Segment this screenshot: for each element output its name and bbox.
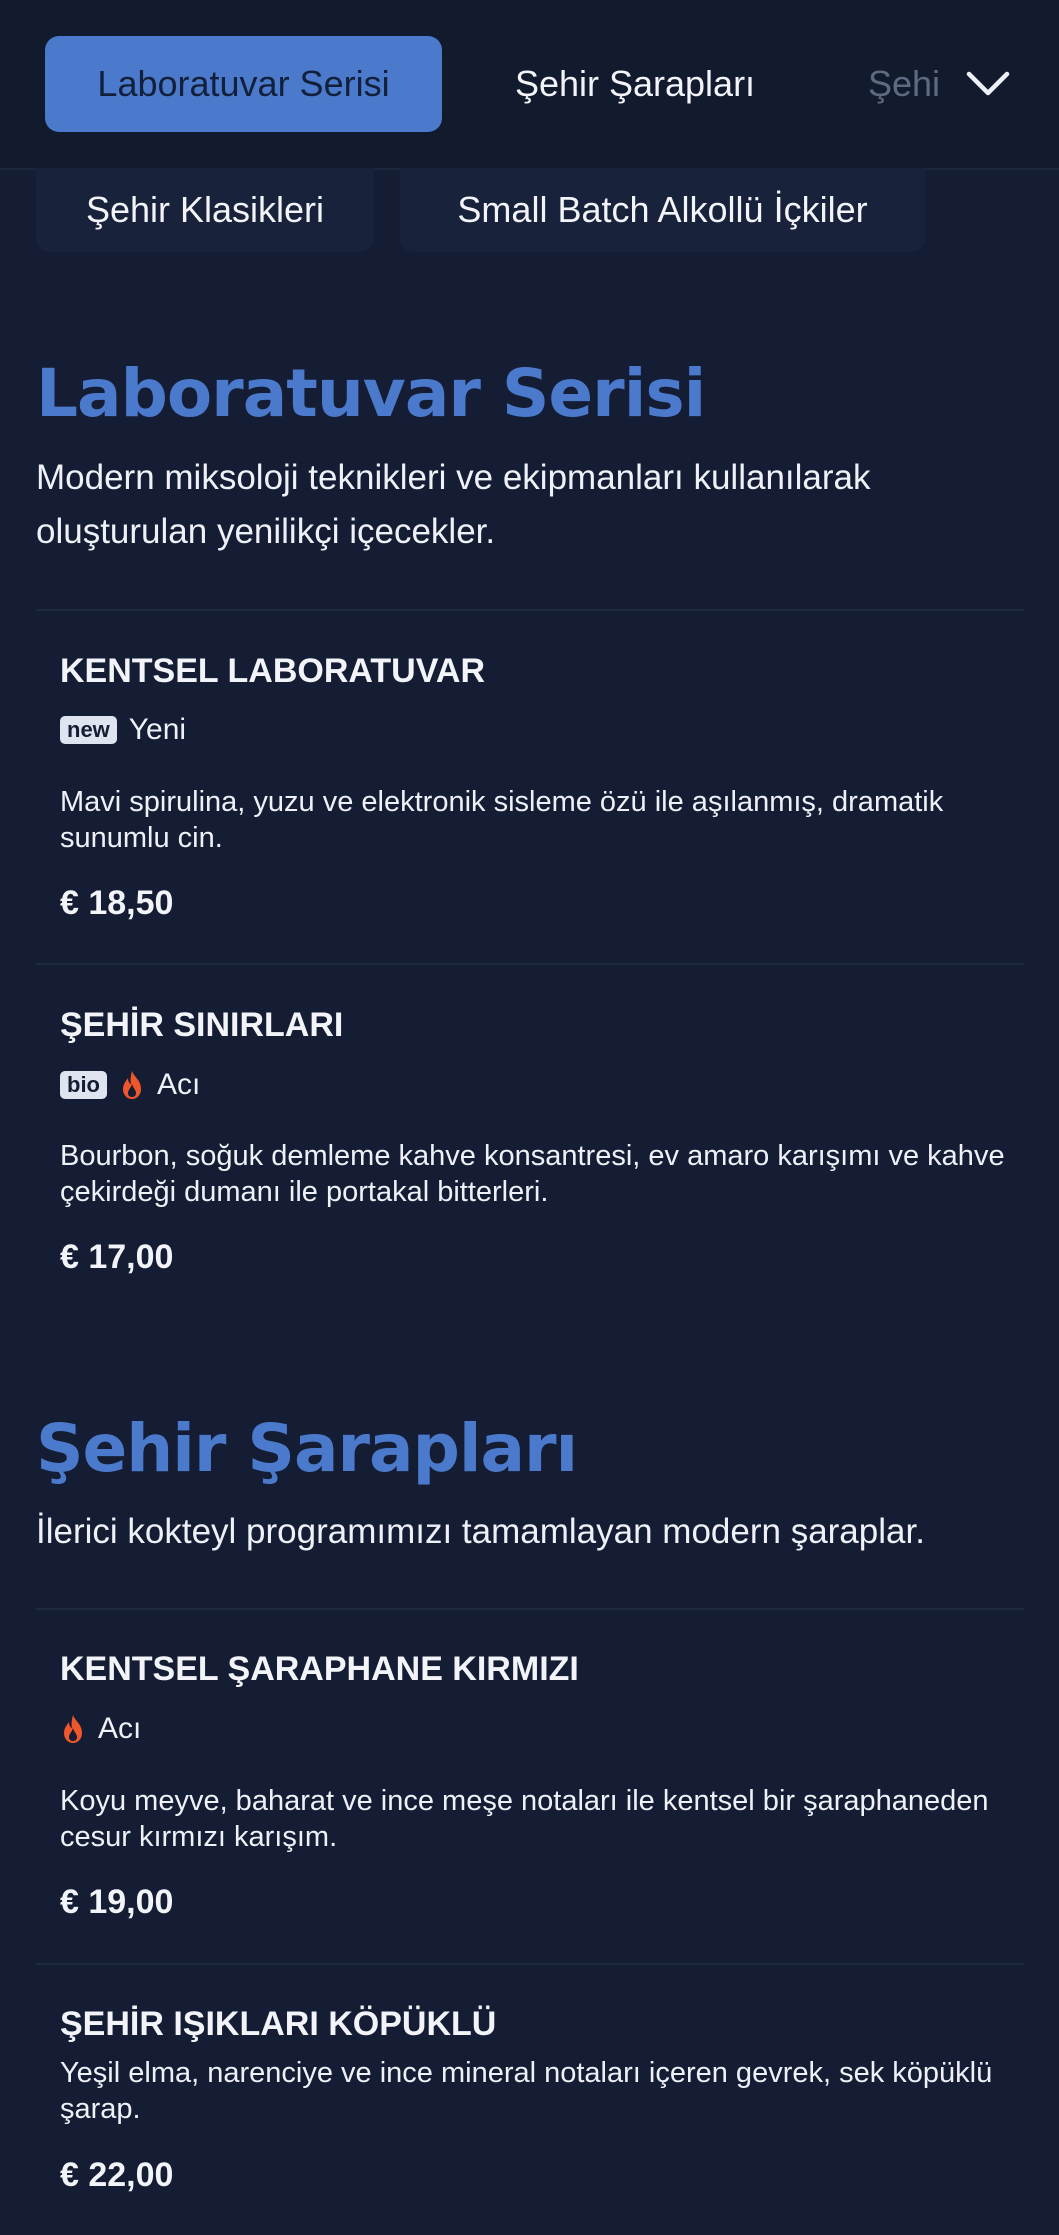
menu-item-tags: Acı (60, 1711, 141, 1747)
tab-sehir-saraplari[interactable]: Şehir Şarapları (500, 36, 770, 132)
tab-sehir-partial[interactable]: Şehir (868, 36, 938, 132)
new-badge: new (60, 716, 117, 744)
tab-laboratuvar-serisi[interactable]: Laboratuvar Serisi (45, 36, 442, 132)
menu-item-tags: new Yeni (60, 712, 186, 748)
menu-item-description: Mavi spirulina, yuzu ve elektronik sisle… (60, 786, 944, 854)
menu-item-price: € 22,00 (60, 2156, 174, 2194)
menu-item-name: KENTSEL LABORATUVAR (60, 652, 485, 690)
menu-item-name: ŞEHİR IŞIKLARI KÖPÜKLÜ (60, 2005, 497, 2043)
tag-label: Yeni (128, 713, 187, 746)
section-description: Modern miksoloji teknikleri ve ekipmanla… (36, 458, 871, 551)
category-nav: Laboratuvar Serisi Şehir Şarapları Şehir (0, 0, 1059, 170)
menu-item-name: ŞEHİR SINIRLARI (60, 1006, 344, 1044)
menu-item-price: € 17,00 (60, 1238, 174, 1276)
menu-item-description: Koyu meyve, baharat ve ince meşe notalar… (60, 1785, 989, 1853)
divider (36, 1608, 1024, 1610)
bio-badge: bio (60, 1071, 107, 1099)
section-description: İlerici kokteyl programımızı tamamlayan … (36, 1512, 925, 1551)
menu-item-price: € 18,50 (60, 884, 174, 922)
tag-label: Acı (98, 1712, 142, 1745)
divider (36, 1963, 1024, 1965)
chevron-down-icon[interactable] (958, 54, 1018, 114)
tab-small-batch[interactable]: Small Batch Alkollü İçkiler (400, 168, 925, 252)
tag-label: Acı (157, 1068, 201, 1101)
menu-item-name: KENTSEL ŞARAPHANE KIRMIZI (60, 1650, 579, 1688)
divider (36, 963, 1024, 965)
divider (36, 609, 1024, 611)
section-title-laboratuvar: Laboratuvar Serisi (36, 355, 706, 432)
menu-item-description: Bourbon, soğuk demleme kahve konsantresi… (60, 1140, 1005, 1208)
section-title-sehir-saraplari: Şehir Şarapları (36, 1410, 578, 1487)
tab-sehir-klasikleri[interactable]: Şehir Klasikleri (36, 168, 374, 252)
menu-item-tags: bio Acı (60, 1067, 200, 1103)
flame-icon (64, 1715, 82, 1743)
menu-item-price: € 19,00 (60, 1883, 174, 1921)
menu-item-description: Yeşil elma, narenciye ve ince mineral no… (60, 2057, 993, 2125)
flame-icon (123, 1071, 141, 1099)
